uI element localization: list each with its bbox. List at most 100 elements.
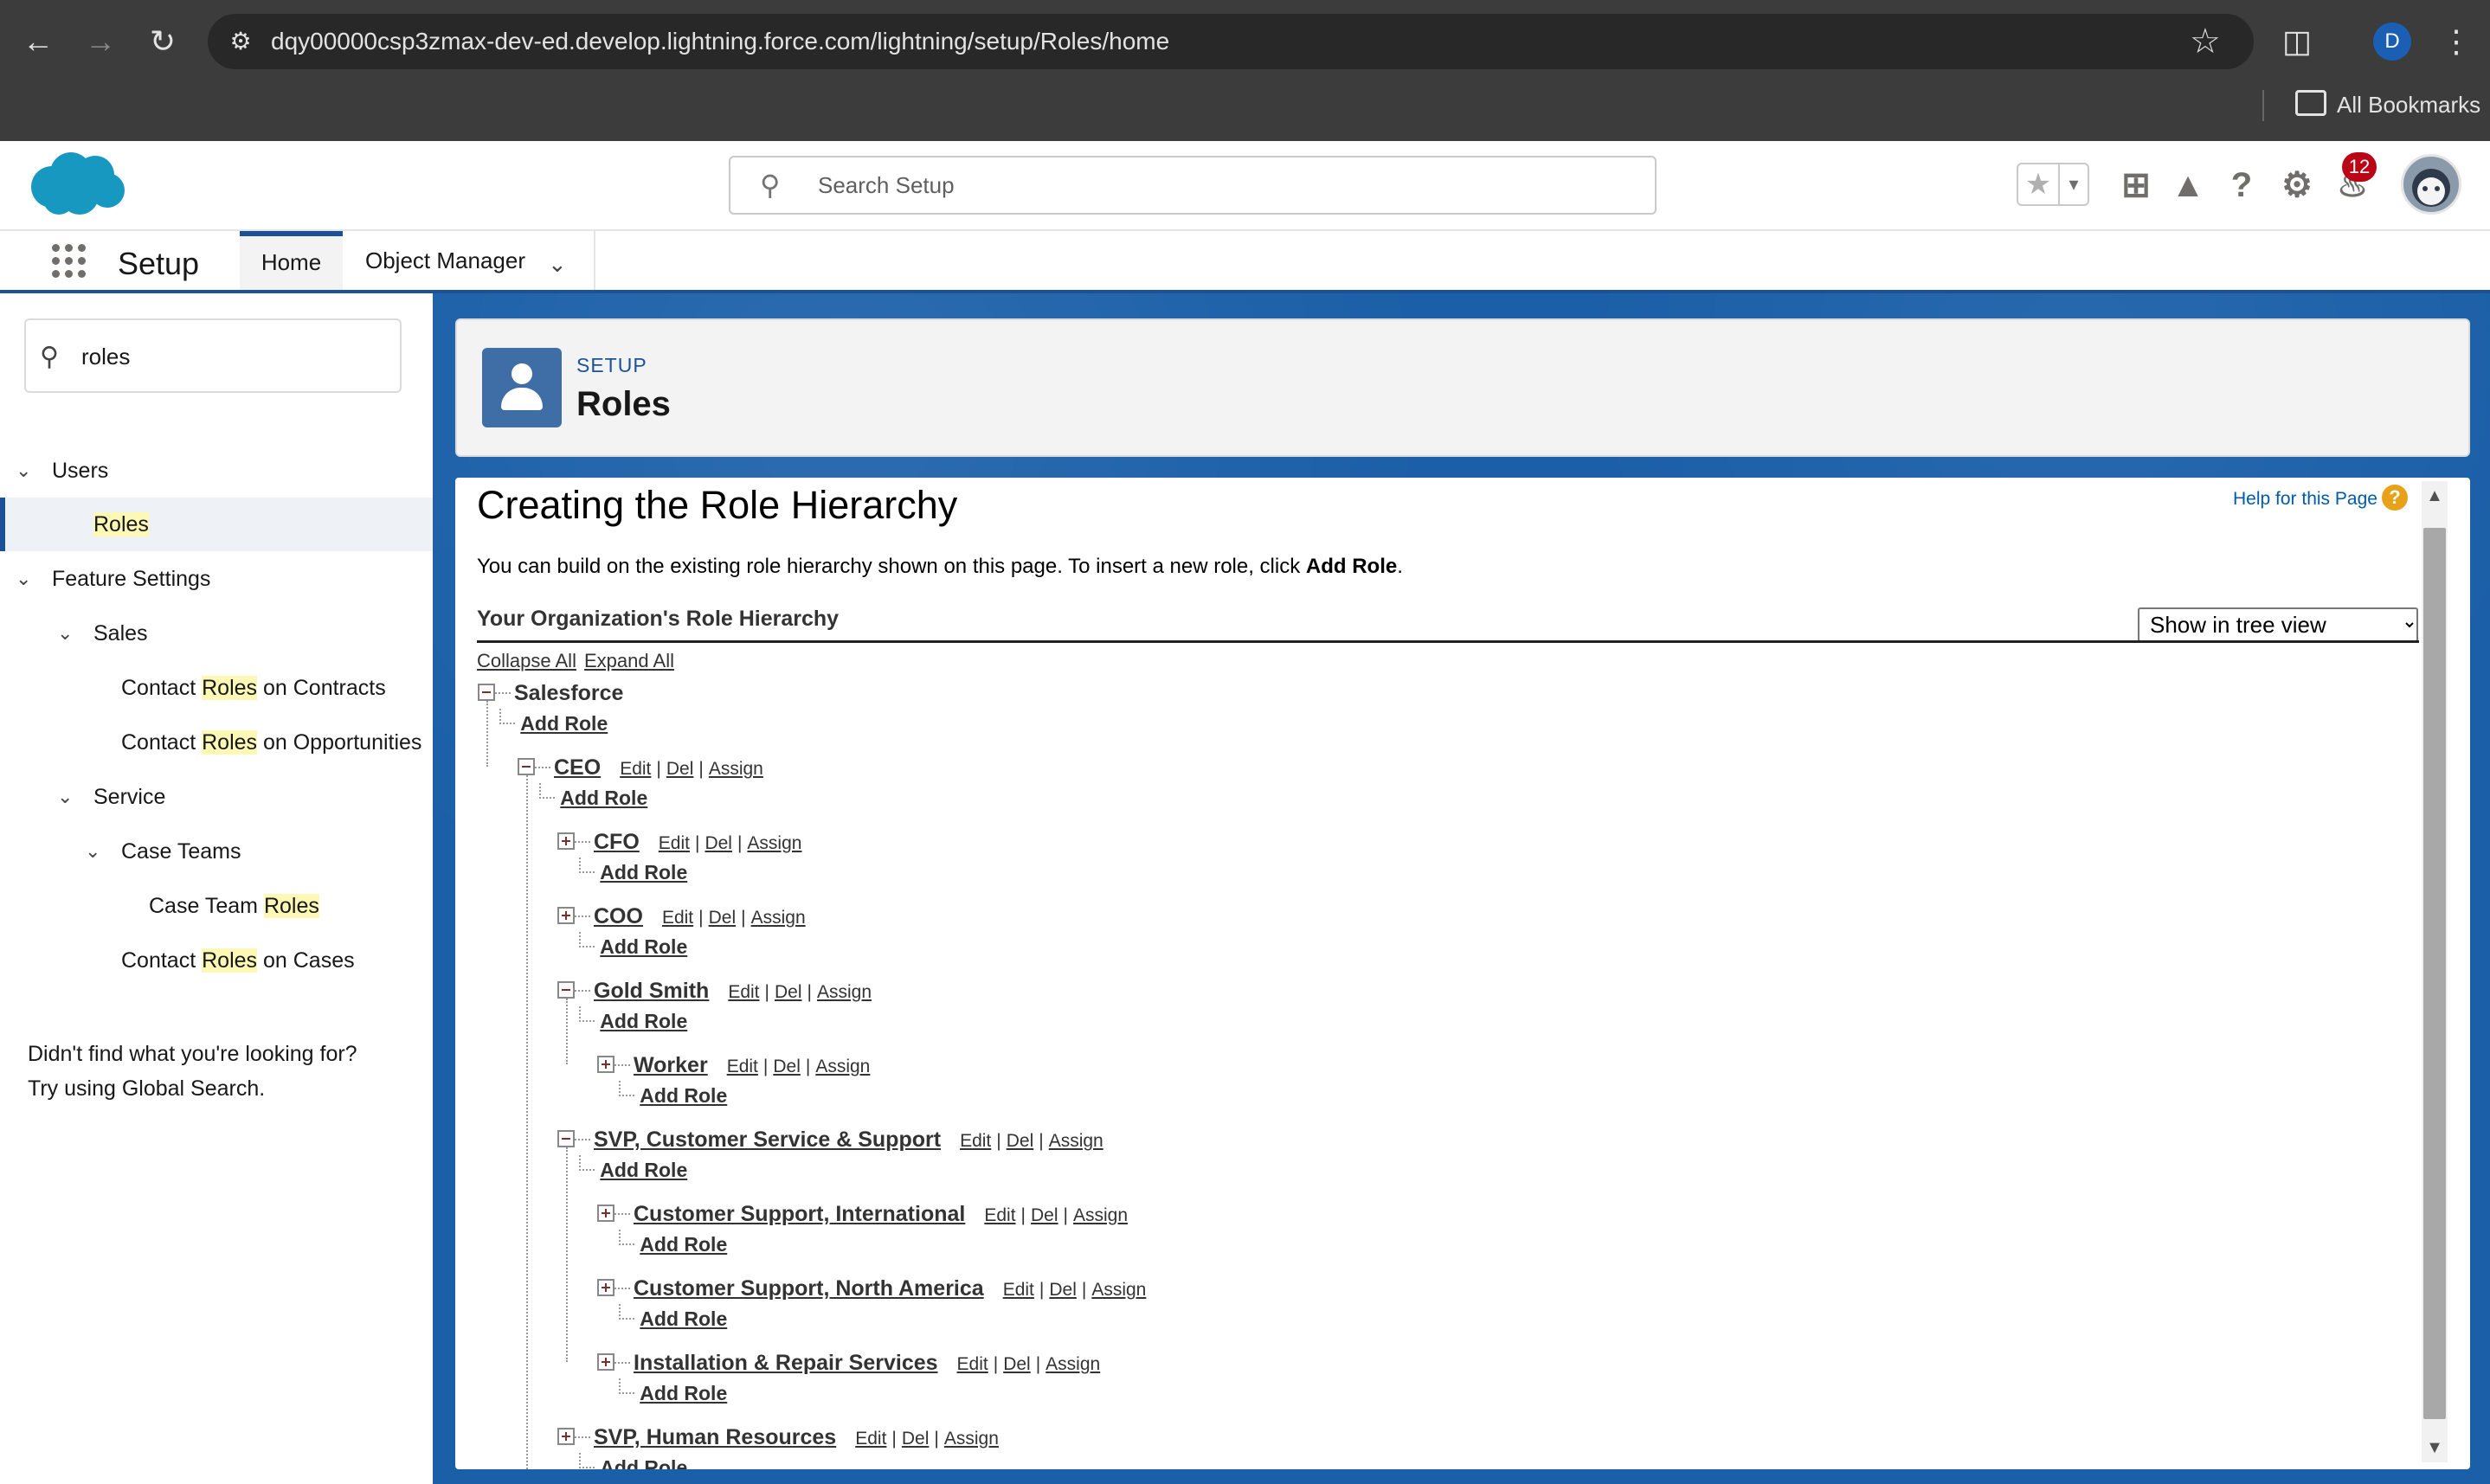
edit-role-link[interactable]: Edit — [620, 759, 651, 779]
tab-home[interactable]: Home — [240, 231, 343, 290]
scrollbar-thumb[interactable] — [2423, 528, 2446, 1419]
role-name-link[interactable]: SVP, Human Resources — [594, 1421, 836, 1454]
delete-role-link[interactable]: Del — [1007, 1131, 1034, 1151]
expand-toggle-icon[interactable] — [557, 907, 575, 924]
user-avatar[interactable] — [2401, 154, 2461, 215]
bookmark-star-icon[interactable]: ☆ — [2190, 21, 2221, 62]
collapse-toggle-icon[interactable] — [557, 1130, 575, 1147]
role-name-link[interactable]: Customer Support, North America — [634, 1272, 984, 1305]
sidebar-item-contact-roles-contracts[interactable]: Contact Roles on Contracts — [0, 661, 433, 715]
assign-users-link[interactable]: Assign — [1049, 1131, 1103, 1151]
setup-gear-icon[interactable]: ⚙ — [2276, 164, 2318, 206]
assign-users-link[interactable]: Assign — [944, 1429, 999, 1449]
sidebar-item-roles[interactable]: Roles — [0, 498, 433, 551]
scroll-up-arrow-icon[interactable]: ▲ — [2422, 483, 2448, 509]
quick-find-input[interactable] — [81, 339, 376, 374]
global-actions-plus-icon[interactable]: ⊞ — [2115, 164, 2157, 206]
expand-toggle-icon[interactable] — [597, 1205, 614, 1222]
edit-role-link[interactable]: Edit — [728, 982, 759, 1002]
add-role-link[interactable]: Add Role — [560, 783, 647, 813]
collapse-all-link[interactable]: Collapse All — [477, 647, 576, 675]
role-name-link[interactable]: Installation & Repair Services — [634, 1346, 938, 1379]
expand-toggle-icon[interactable] — [557, 832, 575, 850]
reload-icon[interactable]: ↻ — [138, 17, 187, 66]
edit-role-link[interactable]: Edit — [662, 908, 693, 928]
role-name-link[interactable]: CFO — [594, 826, 640, 858]
delete-role-link[interactable]: Del — [902, 1429, 930, 1449]
assign-users-link[interactable]: Assign — [817, 982, 872, 1002]
add-role-link[interactable]: Add Role — [600, 1006, 687, 1036]
role-name-link[interactable]: Worker — [634, 1049, 708, 1082]
help-for-page-link[interactable]: Help for this Page — [2233, 487, 2377, 511]
delete-role-link[interactable]: Del — [1031, 1205, 1058, 1225]
assign-users-link[interactable]: Assign — [1073, 1205, 1128, 1225]
sidebar-item-service[interactable]: ⌄ Service — [0, 770, 433, 824]
collapse-toggle-icon[interactable] — [557, 981, 575, 999]
chevron-down-icon[interactable]: ⌄ — [548, 247, 567, 281]
folder-icon[interactable] — [2295, 90, 2326, 116]
expand-all-link[interactable]: Expand All — [584, 647, 674, 675]
help-icon[interactable]: ? — [2382, 485, 2408, 511]
url-text[interactable]: dqy00000csp3zmax-dev-ed.develop.lightnin… — [271, 26, 1169, 57]
add-role-link[interactable]: Add Role — [600, 858, 687, 887]
sidebar-item-case-teams[interactable]: ⌄ Case Teams — [0, 825, 433, 878]
edit-role-link[interactable]: Edit — [984, 1205, 1015, 1225]
add-role-link[interactable]: Add Role — [600, 932, 687, 961]
edit-role-link[interactable]: Edit — [1003, 1280, 1034, 1300]
chevron-down-icon[interactable]: ⌄ — [57, 770, 73, 824]
favorites-dropdown-icon[interactable]: ▾ — [2058, 164, 2088, 204]
role-name-link[interactable]: Gold Smith — [594, 974, 709, 1007]
view-mode-select[interactable]: Show in tree view — [2138, 607, 2418, 642]
role-name-link[interactable]: CEO — [554, 751, 601, 784]
assign-users-link[interactable]: Assign — [1046, 1354, 1100, 1374]
sidebar-item-sales[interactable]: ⌄ Sales — [0, 607, 433, 660]
add-role-link[interactable]: Add Role — [640, 1378, 727, 1408]
sidebar-item-users[interactable]: ⌄ Users — [0, 444, 433, 498]
favorites-star-icon[interactable]: ★ — [2020, 164, 2056, 204]
add-role-link[interactable]: Add Role — [600, 1155, 687, 1185]
help-question-icon[interactable]: ? — [2221, 164, 2262, 206]
add-role-link[interactable]: Add Role — [520, 709, 608, 738]
add-role-link[interactable]: Add Role — [600, 1453, 687, 1469]
expand-toggle-icon[interactable] — [557, 1428, 575, 1445]
site-info-icon[interactable]: ⚙ — [223, 24, 258, 59]
assign-users-link[interactable]: Assign — [709, 759, 763, 779]
chevron-down-icon[interactable]: ⌄ — [16, 552, 31, 606]
all-bookmarks-link[interactable]: All Bookmarks — [2337, 90, 2480, 119]
edit-role-link[interactable]: Edit — [855, 1429, 886, 1449]
browser-profile-avatar[interactable]: D — [2373, 22, 2411, 61]
sidebar-item-feature-settings[interactable]: ⌄ Feature Settings — [0, 552, 433, 606]
assign-users-link[interactable]: Assign — [815, 1057, 870, 1076]
role-name-link[interactable]: COO — [594, 900, 643, 933]
chevron-down-icon[interactable]: ⌄ — [85, 825, 100, 878]
edit-role-link[interactable]: Edit — [727, 1057, 758, 1076]
scroll-down-arrow-icon[interactable]: ▼ — [2422, 1435, 2448, 1461]
add-role-link[interactable]: Add Role — [640, 1304, 727, 1333]
expand-toggle-icon[interactable] — [597, 1056, 614, 1073]
expand-toggle-icon[interactable] — [597, 1353, 614, 1371]
collapse-toggle-icon[interactable] — [478, 684, 495, 701]
browser-menu-icon[interactable]: ⋮ — [2441, 19, 2472, 64]
collapse-toggle-icon[interactable] — [518, 758, 535, 775]
chevron-down-icon[interactable]: ⌄ — [57, 607, 73, 660]
role-name-link[interactable]: Customer Support, International — [634, 1198, 965, 1230]
back-arrow-icon[interactable]: ← — [14, 17, 62, 66]
role-name-link[interactable]: SVP, Customer Service & Support — [594, 1123, 941, 1156]
expand-toggle-icon[interactable] — [597, 1279, 614, 1296]
add-role-link[interactable]: Add Role — [640, 1230, 727, 1259]
assign-users-link[interactable]: Assign — [747, 833, 801, 853]
delete-role-link[interactable]: Del — [775, 982, 802, 1002]
chevron-down-icon[interactable]: ⌄ — [16, 444, 31, 498]
app-launcher-icon[interactable] — [50, 242, 88, 280]
delete-role-link[interactable]: Del — [1003, 1354, 1031, 1374]
extensions-icon[interactable]: ◫ — [2276, 21, 2318, 62]
delete-role-link[interactable]: Del — [709, 908, 737, 928]
delete-role-link[interactable]: Del — [666, 759, 694, 779]
delete-role-link[interactable]: Del — [705, 833, 732, 853]
edit-role-link[interactable]: Edit — [957, 1354, 988, 1374]
edit-role-link[interactable]: Edit — [659, 833, 690, 853]
sidebar-item-contact-roles-opportunities[interactable]: Contact Roles on Opportunities — [0, 716, 433, 769]
salesforce-logo[interactable] — [26, 149, 126, 218]
edit-role-link[interactable]: Edit — [960, 1131, 991, 1151]
trailhead-icon[interactable]: ▲ — [2167, 164, 2209, 206]
